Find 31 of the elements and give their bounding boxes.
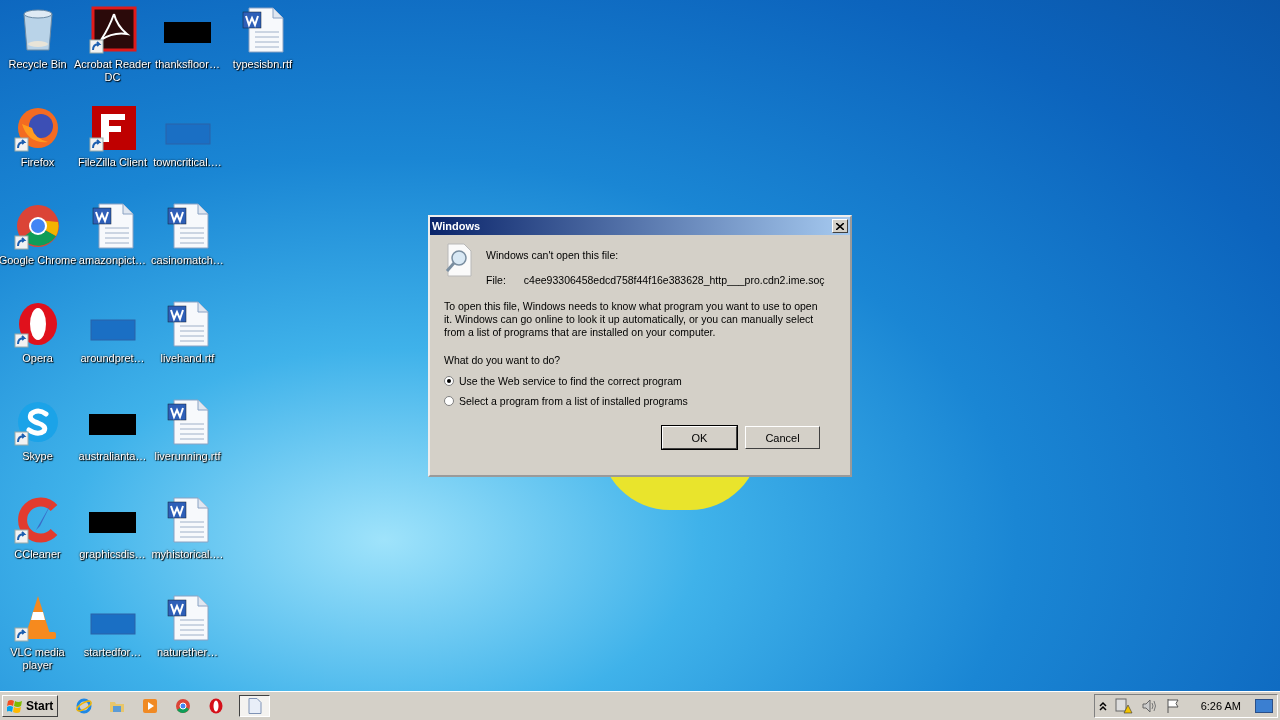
file-name: c4ee93306458edcd758f44f16e383628_http___pro.cdn2.ime.soç bbox=[523, 274, 825, 286]
opera-icon[interactable] bbox=[208, 698, 225, 714]
clock[interactable]: 6:26 AM bbox=[1200, 700, 1241, 712]
dialog-description: To open this file, Windows needs to know what program you want to use to open it. Windows can go online to look it up automatically, or you can manually select from a list of programs that are installed on your computer. bbox=[444, 300, 819, 339]
chrome-icon[interactable] bbox=[175, 698, 192, 714]
acrobat-icon[interactable] bbox=[88, 6, 137, 54]
start-button[interactable]: Start bbox=[2, 695, 59, 717]
document-icon bbox=[247, 698, 262, 714]
icon-label[interactable]: Google Chrome bbox=[0, 254, 77, 267]
close-button[interactable] bbox=[832, 219, 848, 233]
window-title: Windows bbox=[432, 220, 481, 232]
radio-option[interactable]: Use the Web service to find the correct program bbox=[444, 375, 836, 387]
taskbar-window-button[interactable] bbox=[239, 695, 271, 717]
network-warning-icon[interactable] bbox=[1114, 698, 1133, 714]
chrome-icon[interactable] bbox=[13, 202, 62, 250]
dialog-heading: Windows can't open this file: bbox=[486, 249, 620, 261]
icon-label[interactable]: typesisbn.rtf bbox=[223, 58, 302, 71]
flag-icon[interactable] bbox=[1164, 698, 1181, 714]
file-search-icon bbox=[444, 243, 472, 277]
dialog-question: What do you want to do? bbox=[444, 354, 562, 366]
speaker-icon[interactable] bbox=[1140, 698, 1157, 714]
close-icon bbox=[836, 222, 844, 230]
chevron-up-icon[interactable] bbox=[1098, 701, 1107, 711]
radio-option[interactable]: Select a program from a list of installed programs bbox=[444, 395, 836, 407]
cancel-button[interactable]: Cancel bbox=[745, 426, 820, 449]
ok-button[interactable]: OK bbox=[662, 426, 737, 449]
icon-label[interactable]: casinomatch… bbox=[148, 254, 227, 267]
filezilla-icon[interactable] bbox=[88, 104, 137, 152]
file-label: File: bbox=[486, 274, 506, 286]
windows-logo-icon bbox=[7, 699, 23, 713]
icon-label[interactable]: Acrobat Reader DC bbox=[73, 58, 152, 84]
